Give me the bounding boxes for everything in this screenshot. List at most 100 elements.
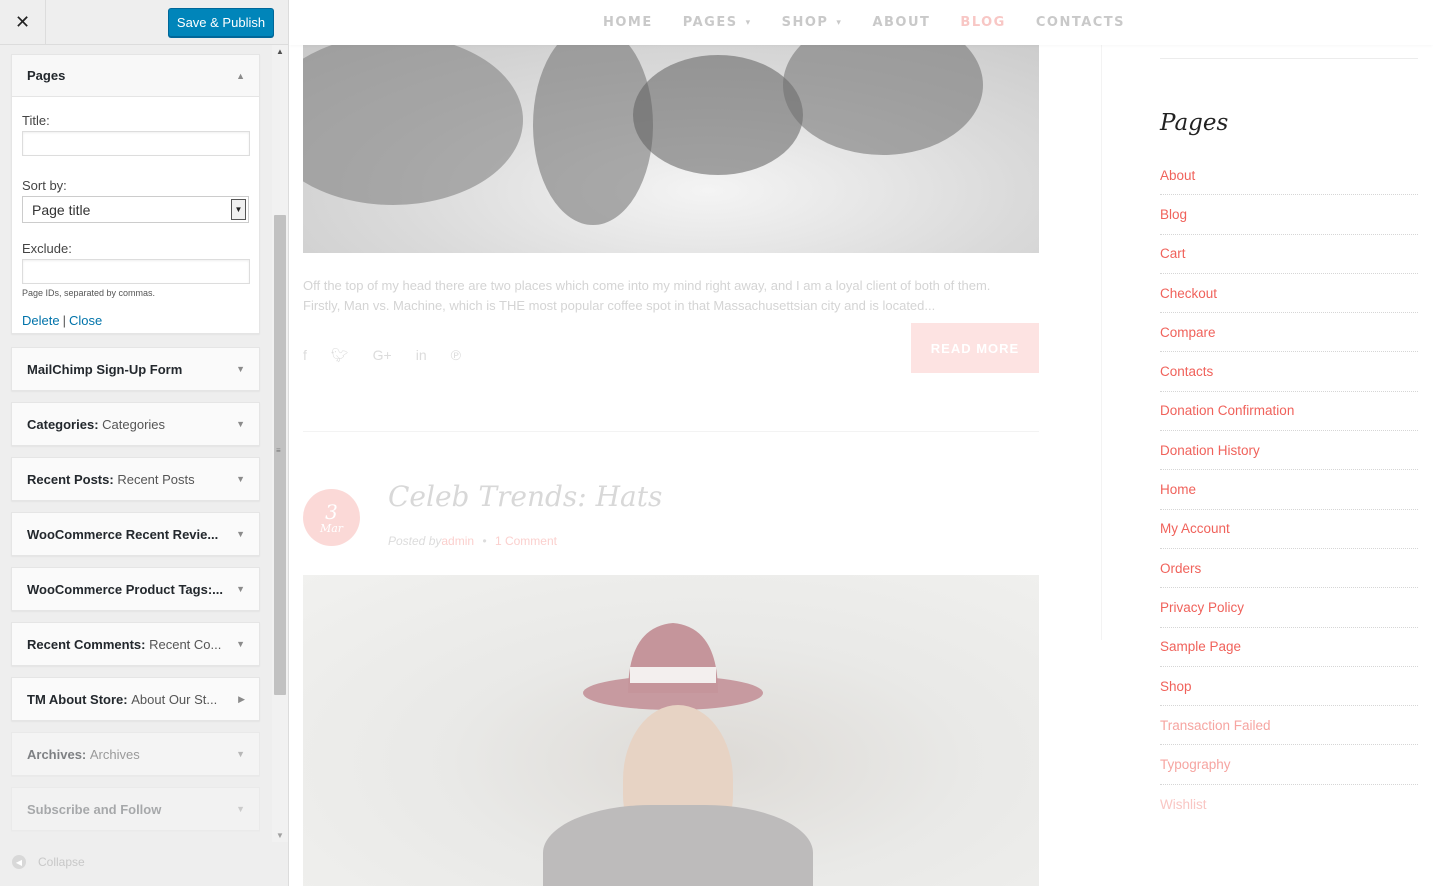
scroll-down-icon[interactable]: ▼: [276, 831, 284, 840]
expand-arrow-icon[interactable]: ▼: [236, 584, 245, 594]
widget-header[interactable]: Recent Posts: Recent Posts ▼: [12, 458, 259, 500]
sidebar-scrollbar[interactable]: ▲ ≡ ▼: [272, 45, 288, 842]
nav-shop-label: SHOP: [781, 15, 829, 30]
widget-name: MailChimp Sign-Up Form: [27, 361, 183, 377]
author-link[interactable]: admin: [441, 534, 474, 548]
nav-blog[interactable]: BLOG: [960, 15, 1005, 30]
widget-header[interactable]: Recent Comments: Recent Co... ▼: [12, 623, 259, 665]
page-link[interactable]: About: [1160, 156, 1418, 196]
delete-link[interactable]: Delete: [22, 313, 60, 328]
widget-name: TM About Store: [27, 691, 124, 707]
chevron-down-icon: ▾: [745, 17, 752, 28]
widget-mailchimp: MailChimp Sign-Up Form ▼: [11, 347, 260, 391]
page-link[interactable]: Checkout: [1160, 274, 1418, 314]
post-image-shoes[interactable]: [303, 45, 1039, 253]
nav-about-label: ABOUT: [872, 15, 931, 30]
pages-widget-header[interactable]: Pages ▲: [12, 55, 259, 97]
meta-bullet: •: [482, 534, 487, 548]
twitter-icon[interactable]: 🐦︎: [331, 347, 349, 364]
sidebar-pages-list: About Blog Cart Checkout Compare Contact…: [1160, 156, 1418, 824]
page-link[interactable]: Compare: [1160, 313, 1418, 353]
customizer-header: ✕ Save & Publish: [0, 0, 288, 45]
nav-home[interactable]: HOME: [603, 15, 653, 30]
widget-header[interactable]: MailChimp Sign-Up Form ▼: [12, 348, 259, 390]
page-link[interactable]: Contacts: [1160, 352, 1418, 392]
close-link[interactable]: Close: [69, 313, 102, 328]
expand-arrow-icon[interactable]: ▼: [236, 639, 245, 649]
collapse-button[interactable]: ◀ Collapse: [12, 855, 85, 869]
title-input[interactable]: [22, 131, 250, 156]
exclude-hint: Page IDs, separated by commas.: [22, 288, 156, 298]
sort-by-select[interactable]: Page title ▼: [22, 196, 249, 223]
expand-arrow-icon[interactable]: ▼: [236, 419, 245, 429]
nav-pages[interactable]: PAGES ▾: [683, 15, 752, 30]
dropdown-arrow-icon[interactable]: ▼: [231, 199, 246, 220]
site-preview: HOME PAGES ▾ SHOP ▾ ABOUT BLOG CONTACTS Of…: [289, 0, 1433, 886]
page-link[interactable]: Wishlist: [1160, 785, 1418, 824]
widget-header[interactable]: TM About Store: About Our St... ▶: [12, 678, 259, 720]
close-customizer-button[interactable]: ✕: [0, 0, 46, 45]
chevron-down-icon: ▾: [836, 17, 843, 28]
collapse-label: Collapse: [38, 855, 85, 869]
sort-by-value: Page title: [32, 201, 91, 218]
linkedin-icon[interactable]: in: [416, 347, 427, 364]
widget-header[interactable]: Categories: Categories ▼: [12, 403, 259, 445]
page-link[interactable]: Typography: [1160, 745, 1418, 785]
post-excerpt: Off the top of my head there are two pla…: [303, 278, 991, 313]
page-link[interactable]: Donation Confirmation: [1160, 392, 1418, 432]
expand-arrow-icon[interactable]: ▼: [236, 529, 245, 539]
post-divider: [303, 431, 1039, 432]
page-link[interactable]: Transaction Failed: [1160, 706, 1418, 746]
widget-header[interactable]: Subscribe and Follow ▼: [12, 788, 259, 830]
comments-link[interactable]: 1 Comment: [495, 534, 557, 548]
widget-archives: Archives: Archives ▼: [11, 732, 260, 776]
date-month: Mar: [319, 521, 344, 535]
nav-about[interactable]: ABOUT: [872, 15, 930, 30]
expand-arrow-icon[interactable]: ▼: [236, 364, 245, 374]
exclude-input[interactable]: [22, 259, 250, 284]
expand-arrow-icon[interactable]: ▼: [236, 804, 245, 814]
nav-contacts[interactable]: CONTACTS: [1036, 15, 1125, 30]
scrollbar-thumb[interactable]: [274, 215, 286, 695]
post-title[interactable]: Celeb Trends: Hats: [388, 480, 662, 513]
page-link[interactable]: Sample Page: [1160, 628, 1418, 667]
google-plus-icon[interactable]: G+: [373, 347, 392, 364]
main-navigation: HOME PAGES ▾ SHOP ▾ ABOUT BLOG CONTACTS: [289, 0, 1433, 45]
widget-recent-comments: Recent Comments: Recent Co... ▼: [11, 622, 260, 666]
facebook-icon[interactable]: f: [303, 347, 307, 364]
page-link[interactable]: Blog: [1160, 195, 1418, 235]
expand-arrow-icon[interactable]: ▼: [236, 474, 245, 484]
widget-name: WooCommerce Product Tags:...: [27, 581, 223, 597]
widget-header[interactable]: Archives: Archives ▼: [12, 733, 259, 775]
post-image-hat[interactable]: [303, 575, 1039, 886]
page-link[interactable]: Shop: [1160, 667, 1418, 707]
collapse-arrow-icon[interactable]: ▲: [236, 71, 245, 81]
page-link[interactable]: Home: [1160, 470, 1418, 510]
nav-home-label: HOME: [603, 15, 653, 30]
widget-recent-posts: Recent Posts: Recent Posts ▼: [11, 457, 260, 501]
read-more-button[interactable]: READ MORE: [911, 323, 1039, 373]
widget-subtitle: Recent Posts: [117, 471, 195, 487]
page-link[interactable]: Privacy Policy: [1160, 588, 1418, 628]
save-publish-button[interactable]: Save & Publish: [168, 8, 274, 37]
expand-arrow-icon[interactable]: ▶: [238, 694, 245, 705]
date-day: 3: [325, 499, 338, 524]
widget-header[interactable]: WooCommerce Product Tags:... ▼: [12, 568, 259, 610]
pinterest-icon[interactable]: ℗: [451, 347, 461, 364]
widget-header[interactable]: WooCommerce Recent Revie... ▼: [12, 513, 259, 555]
nav-contacts-label: CONTACTS: [1035, 15, 1126, 30]
nav-shop[interactable]: SHOP ▾: [782, 15, 843, 30]
expand-arrow-icon[interactable]: ▼: [236, 749, 245, 759]
page-link[interactable]: My Account: [1160, 510, 1418, 549]
widget-name: Subscribe and Follow: [27, 801, 162, 817]
sidebar-top-rule: [1160, 58, 1418, 59]
post-meta: Posted byadmin • 1 Comment: [388, 534, 557, 548]
content-sidebar-divider: [1101, 45, 1102, 640]
page-link[interactable]: Orders: [1160, 549, 1418, 589]
page-link[interactable]: Cart: [1160, 235, 1418, 274]
scroll-up-icon[interactable]: ▲: [276, 47, 284, 56]
widget-categories: Categories: Categories ▼: [11, 402, 260, 446]
customizer-sidebar: ✕ Save & Publish Pages ▲ Title: Sort by:…: [0, 0, 289, 886]
hat-illustration: [583, 623, 763, 710]
page-link[interactable]: Donation History: [1160, 431, 1418, 471]
